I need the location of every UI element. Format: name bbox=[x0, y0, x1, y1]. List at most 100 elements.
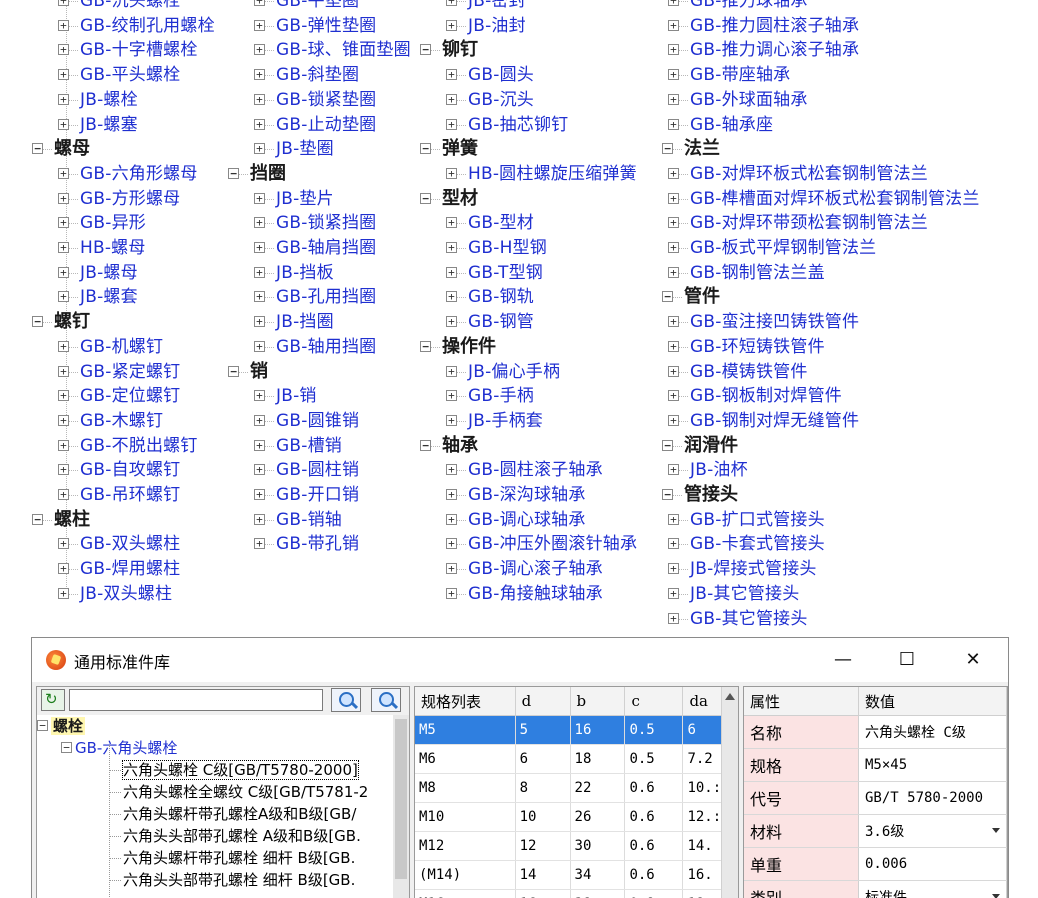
expand-icon[interactable]: + bbox=[446, 365, 457, 377]
tree-item[interactable]: + GB-圆柱销 bbox=[254, 458, 359, 482]
collapse-icon[interactable]: − bbox=[420, 143, 431, 155]
expand-icon[interactable]: + bbox=[668, 587, 679, 599]
tree-item[interactable]: + GB-抽芯铆钉 bbox=[446, 113, 568, 137]
tree-item[interactable]: + JB-螺塞 bbox=[58, 113, 138, 137]
tree-category[interactable]: − 管接头 bbox=[662, 483, 738, 507]
expand-icon[interactable]: + bbox=[254, 192, 265, 204]
expand-icon[interactable]: + bbox=[254, 242, 265, 253]
tree-item[interactable]: + GB-斜垫圈 bbox=[254, 63, 359, 87]
tree-item[interactable]: + GB-钢制对焊无缝管件 bbox=[668, 409, 859, 433]
expand-icon[interactable]: + bbox=[254, 217, 265, 229]
collapse-icon[interactable]: − bbox=[32, 513, 43, 525]
tree-item[interactable]: + GB-沉头 bbox=[446, 88, 534, 112]
tree-item[interactable]: + GB-推力圆柱滚子轴承 bbox=[668, 14, 859, 38]
tree-item[interactable]: + GB-平垫圈 bbox=[254, 0, 359, 13]
spec-scrollbar[interactable] bbox=[721, 687, 738, 898]
tree-category[interactable]: − 型材 bbox=[420, 187, 478, 211]
tree-category[interactable]: − 弹簧 bbox=[420, 137, 478, 161]
expand-icon[interactable]: + bbox=[446, 489, 457, 500]
expand-icon[interactable]: + bbox=[58, 167, 69, 179]
tree-item[interactable]: + GB-球、锥面垫圈 bbox=[254, 38, 411, 62]
search-icon[interactable] bbox=[331, 688, 361, 712]
expand-icon[interactable]: + bbox=[58, 340, 69, 352]
expand-icon[interactable]: + bbox=[58, 489, 69, 500]
expand-icon[interactable]: + bbox=[446, 513, 457, 525]
expand-icon[interactable]: + bbox=[58, 19, 69, 31]
expand-icon[interactable]: + bbox=[668, 19, 679, 31]
minimize-button[interactable]: — bbox=[828, 646, 858, 674]
tree-category[interactable]: − 轴承 bbox=[420, 434, 478, 458]
spec-column-header[interactable]: b bbox=[570, 687, 626, 716]
tree-item[interactable]: + GB-推力球轴承 bbox=[668, 0, 808, 13]
expand-icon[interactable]: + bbox=[668, 340, 679, 352]
tree-item[interactable]: + GB-止动垫圈 bbox=[254, 113, 376, 137]
expand-icon[interactable]: + bbox=[446, 118, 457, 130]
expand-icon[interactable]: + bbox=[254, 538, 265, 550]
tree-item[interactable]: + GB-卡套式管接头 bbox=[668, 532, 825, 556]
maximize-button[interactable]: ☐ bbox=[892, 646, 922, 674]
expand-icon[interactable]: + bbox=[446, 291, 457, 303]
expand-icon[interactable]: + bbox=[58, 44, 69, 56]
expand-icon[interactable]: + bbox=[254, 44, 265, 56]
collapse-icon[interactable]: − bbox=[32, 316, 43, 328]
expand-icon[interactable]: + bbox=[254, 439, 265, 451]
collapse-icon[interactable]: − bbox=[662, 143, 673, 155]
tree-item[interactable]: + GB-轴承座 bbox=[668, 113, 773, 137]
tree-item[interactable]: + GB-十字槽螺栓 bbox=[58, 38, 198, 62]
tree-item[interactable]: + GB-调心球轴承 bbox=[446, 508, 586, 532]
expand-icon[interactable]: + bbox=[58, 192, 69, 204]
expand-icon[interactable]: + bbox=[254, 291, 265, 303]
expand-icon[interactable]: + bbox=[668, 365, 679, 377]
expand-icon[interactable]: + bbox=[668, 93, 679, 105]
expand-icon[interactable]: + bbox=[254, 464, 265, 476]
tree-item[interactable]: + GB-H型钢 bbox=[446, 236, 547, 260]
expand-icon[interactable]: + bbox=[668, 242, 679, 253]
collapse-icon[interactable]: − bbox=[420, 439, 431, 451]
tree-item[interactable]: + GB-扩口式管接头 bbox=[668, 508, 825, 532]
expand-icon[interactable]: + bbox=[446, 167, 457, 179]
expand-icon[interactable]: + bbox=[58, 563, 69, 575]
tree-item[interactable]: + GB-定位螺钉 bbox=[58, 384, 180, 408]
expand-icon[interactable]: + bbox=[446, 242, 457, 253]
expand-icon[interactable]: + bbox=[58, 266, 69, 278]
expand-icon[interactable]: + bbox=[446, 390, 457, 402]
tree-item[interactable]: + HB-圆柱螺旋压缩弹簧 bbox=[446, 162, 637, 186]
expand-icon[interactable]: + bbox=[446, 93, 457, 105]
search-input[interactable] bbox=[69, 689, 323, 711]
collapse-icon[interactable]: − bbox=[61, 742, 72, 753]
tree-item[interactable]: + GB-T型钢 bbox=[446, 261, 543, 285]
tree-item[interactable]: + GB-异形 bbox=[58, 211, 146, 235]
tree-item[interactable]: + GB-紧定螺钉 bbox=[58, 360, 180, 384]
tree-category[interactable]: − 螺钉 bbox=[32, 310, 90, 334]
collapse-icon[interactable]: − bbox=[228, 167, 239, 179]
expand-icon[interactable]: + bbox=[446, 414, 457, 426]
expand-icon[interactable]: + bbox=[58, 118, 69, 130]
expand-icon[interactable]: + bbox=[254, 93, 265, 105]
tree-item[interactable]: + GB-自攻螺钉 bbox=[58, 458, 180, 482]
expand-icon[interactable]: + bbox=[668, 69, 679, 81]
tree-item[interactable]: + JB-偏心手柄 bbox=[446, 360, 560, 384]
spec-row[interactable]: M1616380.818. bbox=[415, 889, 738, 898]
spec-row[interactable]: M12 12 30 0.6 14. bbox=[415, 831, 738, 861]
expand-icon[interactable]: + bbox=[668, 414, 679, 426]
expand-icon[interactable]: + bbox=[446, 217, 457, 229]
tree-item[interactable]: + JB-挡圈 bbox=[254, 310, 334, 334]
tree-item[interactable]: + GB-其它管接头 bbox=[668, 607, 808, 631]
expand-icon[interactable]: + bbox=[58, 365, 69, 377]
expand-icon[interactable]: + bbox=[254, 340, 265, 352]
collapse-icon[interactable]: − bbox=[662, 291, 673, 303]
tree-item[interactable]: + GB-不脱出螺钉 bbox=[58, 434, 198, 458]
expand-icon[interactable]: + bbox=[58, 538, 69, 550]
collapse-icon[interactable]: − bbox=[228, 365, 239, 377]
tree-item[interactable]: + GB-吊环螺钉 bbox=[58, 483, 180, 507]
tree-leaf[interactable]: 六角头螺栓 C级[GB/T5780-2000] bbox=[109, 759, 359, 781]
tree-item[interactable]: + GB-钢轨 bbox=[446, 285, 534, 309]
expand-icon[interactable]: + bbox=[254, 414, 265, 426]
tree-item[interactable]: + JB-螺母 bbox=[58, 261, 138, 285]
collapse-icon[interactable]: − bbox=[662, 489, 673, 500]
tree-item[interactable]: + GB-蛮注接凹铸铁管件 bbox=[668, 310, 859, 334]
tree-item[interactable]: + JB-垫圈 bbox=[254, 137, 334, 161]
expand-icon[interactable]: + bbox=[668, 538, 679, 550]
chevron-down-icon[interactable] bbox=[992, 894, 1000, 898]
tree-category[interactable]: − 法兰 bbox=[662, 137, 720, 161]
